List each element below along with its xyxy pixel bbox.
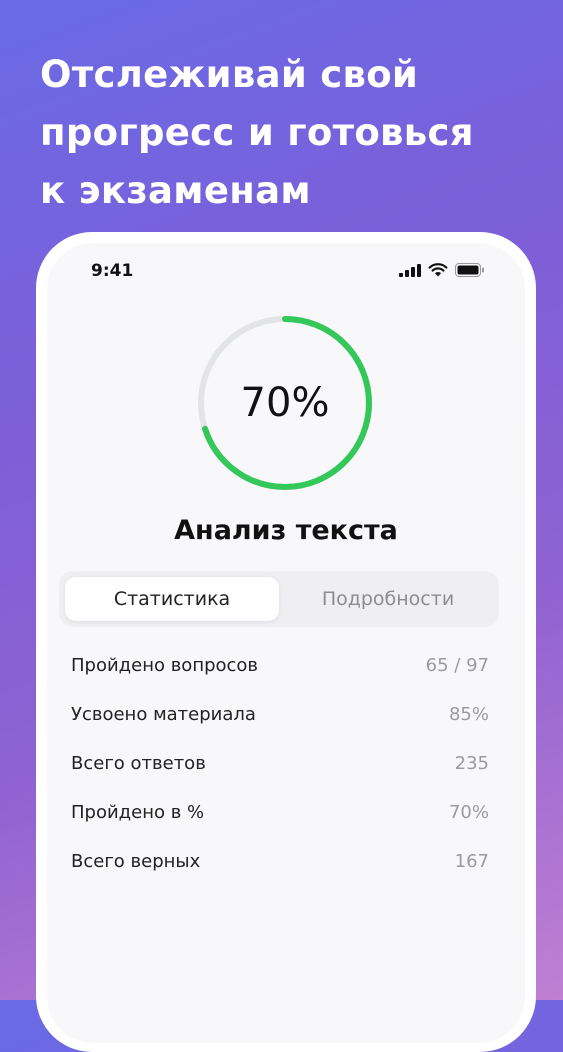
signal-icon (399, 263, 421, 282)
progress-percent: 70% (240, 380, 330, 426)
stat-label: Пройдено вопросов (71, 655, 259, 676)
stat-label: Пройдено в % (71, 802, 205, 823)
tab-bar: Статистика Подробности (59, 571, 499, 627)
stat-row-answers: Всего ответов 235 (71, 741, 489, 790)
phone-screen: 9:41 70% Анализ текста Статистика Подроб… (47, 243, 525, 1043)
stat-value: 167 (454, 851, 489, 872)
stat-row-questions: Пройдено вопросов 65 / 97 (71, 643, 489, 692)
promo-headline: Отслеживай свой прогресс и готовься к эк… (40, 46, 540, 220)
stat-value: 85% (448, 704, 489, 725)
headline-line-1: Отслеживай свой (40, 53, 419, 96)
battery-icon (455, 263, 485, 282)
stat-label: Усвоено материала (71, 704, 256, 725)
topic-title: Анализ текста (174, 515, 398, 546)
status-icons (399, 263, 485, 282)
phone-frame: 9:41 70% Анализ текста Статистика Подроб… (36, 232, 536, 1052)
headline-line-3: к экзаменам (40, 169, 311, 212)
status-bar: 9:41 (47, 243, 525, 295)
stat-value: 70% (448, 802, 489, 823)
tab-statistics[interactable]: Статистика (65, 577, 279, 621)
headline-line-2: прогресс и готовься (40, 111, 474, 154)
tab-details[interactable]: Подробности (283, 577, 493, 621)
status-time: 9:41 (91, 261, 134, 281)
stat-row-material: Усвоено материала 85% (71, 692, 489, 741)
stat-label: Всего верных (71, 851, 201, 872)
stat-value: 65 / 97 (425, 655, 489, 676)
wifi-icon (428, 263, 448, 282)
stat-row-correct: Всего верных 167 (71, 839, 489, 888)
stat-row-percent: Пройдено в % 70% (71, 790, 489, 839)
progress-ring: 70% (197, 315, 373, 491)
stat-label: Всего ответов (71, 753, 206, 774)
stat-value: 235 (454, 753, 489, 774)
stats-list: Пройдено вопросов 65 / 97 Усвоено матери… (71, 643, 489, 888)
